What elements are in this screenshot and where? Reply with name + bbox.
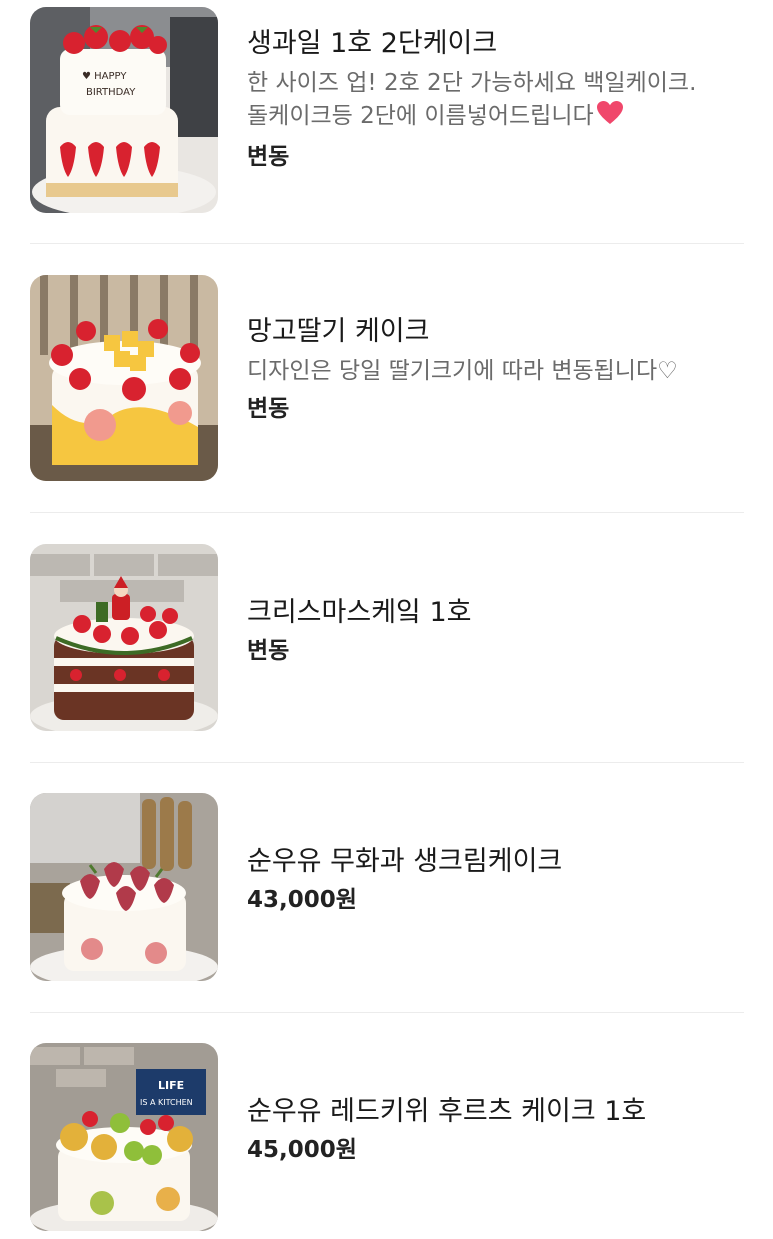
menu-item-strawberry-two-tier-cake[interactable]: ♥ HAPPY BIRTHDAY 생과일 1호 2단케이크 한 사이즈 업! 2… xyxy=(30,7,744,213)
heart-icon xyxy=(596,100,624,136)
item-price: 43,000원 xyxy=(247,887,357,913)
item-description-text: 돌케이크등 2단에 이름넣어드립니다 xyxy=(247,103,594,129)
divider xyxy=(30,762,744,763)
divider xyxy=(30,512,744,513)
cake-photo: ♥ HAPPY BIRTHDAY xyxy=(30,7,218,213)
sign-text: LIFE xyxy=(158,1079,184,1092)
cake-photo: LIFE IS A KITCHEN xyxy=(30,1043,218,1231)
cake-photo xyxy=(30,275,218,481)
menu-item-christmas-cake[interactable]: 크리스마스케잌 1호 변동 xyxy=(30,544,744,731)
sign-text: IS A KITCHEN xyxy=(140,1098,193,1107)
item-description: 한 사이즈 업! 2호 2단 가능하세요 백일케이크. 돌케이크등 2단에 이름… xyxy=(247,67,747,136)
item-title: 생과일 1호 2단케이크 xyxy=(247,28,498,59)
cake-photo xyxy=(30,793,218,981)
divider xyxy=(30,1012,744,1013)
item-description-line: 한 사이즈 업! 2호 2단 가능하세요 백일케이크. xyxy=(247,70,697,96)
item-title: 순우유 무화과 생크림케이크 xyxy=(247,846,563,877)
item-title: 크리스마스케잌 1호 xyxy=(247,597,472,628)
cake-photo xyxy=(30,544,218,731)
item-title: 망고딸기 케이크 xyxy=(247,316,430,347)
cake-topper-text: BIRTHDAY xyxy=(86,87,136,98)
item-title: 순우유 레드키위 후르츠 케이크 1호 xyxy=(247,1096,647,1127)
menu-item-red-kiwi-fruits-cake[interactable]: LIFE IS A KITCHEN 순우유 레드키위 후르츠 케이크 1호 45… xyxy=(30,1043,744,1231)
item-description-line: 돌케이크등 2단에 이름넣어드립니다 xyxy=(247,100,747,136)
item-price: 변동 xyxy=(247,396,290,422)
cake-topper-text: ♥ HAPPY xyxy=(82,71,127,82)
menu-item-mango-strawberry-cake[interactable]: 망고딸기 케이크 디자인은 당일 딸기크기에 따라 변동됩니다♡ 변동 xyxy=(30,275,744,481)
divider xyxy=(30,243,744,244)
item-price: 변동 xyxy=(247,144,290,170)
item-price: 변동 xyxy=(247,638,290,664)
menu-item-fig-cream-cake[interactable]: 순우유 무화과 생크림케이크 43,000원 xyxy=(30,793,744,981)
item-price: 45,000원 xyxy=(247,1137,357,1163)
item-description-line: 디자인은 당일 딸기크기에 따라 변동됩니다♡ xyxy=(247,358,678,384)
item-description: 디자인은 당일 딸기크기에 따라 변동됩니다♡ xyxy=(247,355,747,388)
